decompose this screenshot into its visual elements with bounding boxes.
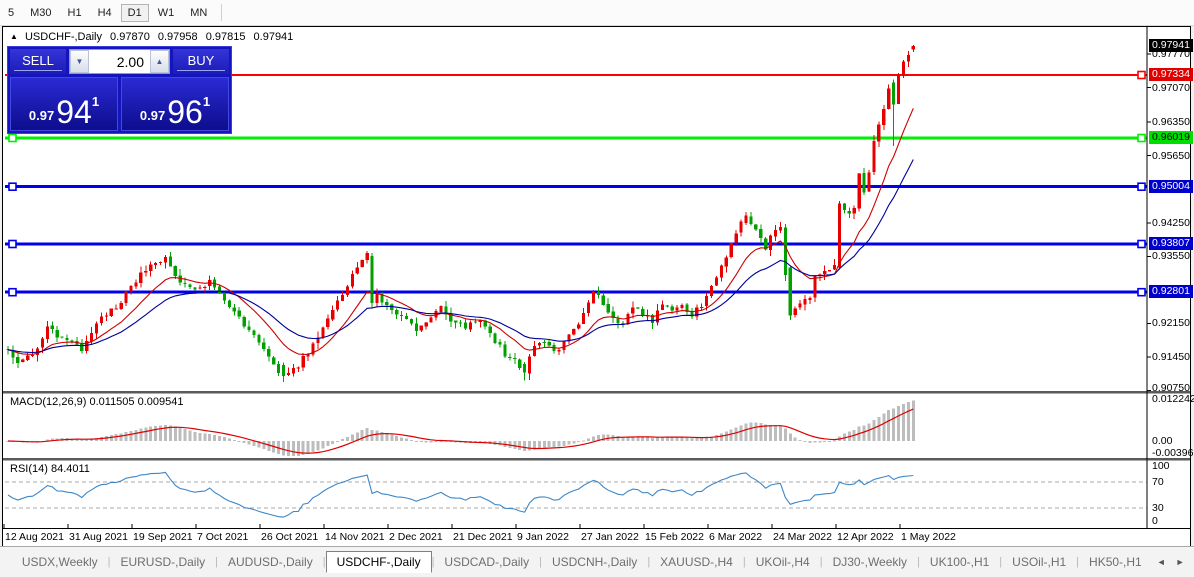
date-label: 12 Apr 2022 — [837, 531, 894, 543]
timeframe-toolbar: 5 M30 H1 H4 D1 W1 MN — [0, 0, 1194, 26]
date-label: 1 May 2022 — [901, 531, 956, 543]
date-label: 26 Oct 2021 — [261, 531, 319, 543]
date-label: 27 Jan 2022 — [581, 531, 639, 543]
ohlc-open: 0.97870 — [110, 31, 150, 43]
date-label: 19 Sep 2021 — [133, 531, 193, 543]
tab-eurusd-daily[interactable]: EURUSD-,Daily — [110, 552, 215, 572]
sell-price-pip: 1 — [91, 94, 100, 109]
ohlc-low: 0.97815 — [205, 31, 246, 43]
date-label: 15 Feb 2022 — [645, 531, 704, 543]
toolbar-separator — [221, 4, 223, 21]
chart-title: ▲ USDCHF-,Daily 0.97870 0.97958 0.97815 … — [10, 31, 293, 43]
date-label: 7 Oct 2021 — [197, 531, 249, 543]
tab-uk100-h1[interactable]: UK100-,H1 — [920, 552, 999, 572]
tab-usdcnh-daily[interactable]: USDCNH-,Daily — [542, 552, 647, 572]
date-label: 24 Mar 2022 — [773, 531, 832, 543]
one-click-trade-panel: SELL ▼ ▲ BUY 0.97 94 1 0.97 96 1 — [7, 46, 232, 134]
timeframe-button-H1[interactable]: H1 — [61, 5, 89, 21]
rsi-label: RSI(14) 84.4011 — [10, 463, 90, 475]
scroll-tabs-right-icon[interactable]: ► — [1171, 557, 1190, 567]
timeframe-button-5[interactable]: 5 — [1, 5, 21, 21]
timeframe-button-W1[interactable]: W1 — [151, 5, 182, 21]
tab-ukoil-h4[interactable]: UKOil-,H4 — [746, 552, 820, 572]
tab-usdcad-daily[interactable]: USDCAD-,Daily — [434, 552, 539, 572]
sell-price-big: 94 — [56, 94, 92, 130]
sell-button[interactable]: SELL — [10, 49, 66, 74]
volume-input[interactable] — [89, 50, 150, 73]
timeframe-button-M30[interactable]: M30 — [23, 5, 58, 21]
tab-usdx-weekly[interactable]: USDX,Weekly — [12, 552, 108, 572]
date-label: 14 Nov 2021 — [325, 531, 385, 543]
buy-price-big: 96 — [167, 94, 203, 130]
tab-xauusd-h4[interactable]: XAUUSD-,H4 — [650, 552, 743, 572]
scroll-tabs-left-icon[interactable]: ◄ — [1152, 557, 1171, 567]
ohlc-close: 0.97941 — [253, 31, 294, 43]
tab-dj30-weekly[interactable]: DJ30-,Weekly — [823, 552, 917, 572]
tab-usdchf-daily[interactable]: USDCHF-,Daily — [325, 551, 432, 573]
timeframe-button-H4[interactable]: H4 — [91, 5, 119, 21]
date-label: 2 Dec 2021 — [389, 531, 443, 543]
buy-price-pip: 1 — [202, 94, 211, 109]
symbol-tabbar: USDX,Weekly | EURUSD-,Daily | AUDUSD-,Daily |… — [0, 546, 1194, 577]
date-axis: 12 Aug 2021 31 Aug 2021 19 Sep 2021 7 Oct 2… — [3, 528, 1190, 546]
timeframe-button-MN[interactable]: MN — [183, 5, 214, 21]
macd-label: MACD(12,26,9) 0.011505 0.009541 — [10, 396, 184, 408]
chart-symbol-label: USDCHF-,Daily — [24, 31, 102, 43]
buy-price-prefix: 0.97 — [139, 108, 166, 123]
buy-price-box[interactable]: 0.97 96 1 — [121, 77, 229, 131]
tab-audusd-daily[interactable]: AUDUSD-,Daily — [218, 552, 323, 572]
volume-stepper: ▼ ▲ — [69, 49, 170, 74]
date-label: 12 Aug 2021 — [5, 531, 64, 543]
buy-button[interactable]: BUY — [173, 49, 229, 74]
date-label: 21 Dec 2021 — [453, 531, 513, 543]
volume-increase-button[interactable]: ▲ — [150, 50, 169, 73]
tab-usoil-h1[interactable]: USOil-,H1 — [1002, 552, 1076, 572]
timeframe-button-D1[interactable]: D1 — [120, 3, 149, 22]
date-label: 9 Jan 2022 — [517, 531, 569, 543]
collapse-panel-icon[interactable]: ▲ — [10, 32, 18, 41]
volume-decrease-button[interactable]: ▼ — [70, 50, 89, 73]
date-label: 6 Mar 2022 — [709, 531, 763, 543]
chart-window: 0.97770 0.97070 0.96350 0.95650 0.94250 0.935… — [2, 26, 1194, 547]
date-label: 31 Aug 2021 — [69, 531, 128, 543]
ohlc-high: 0.97958 — [157, 31, 198, 43]
sell-price-box[interactable]: 0.97 94 1 — [10, 77, 118, 131]
tab-hk50-h1[interactable]: HK50-,H1 — [1079, 552, 1152, 572]
sell-price-prefix: 0.97 — [28, 108, 55, 123]
